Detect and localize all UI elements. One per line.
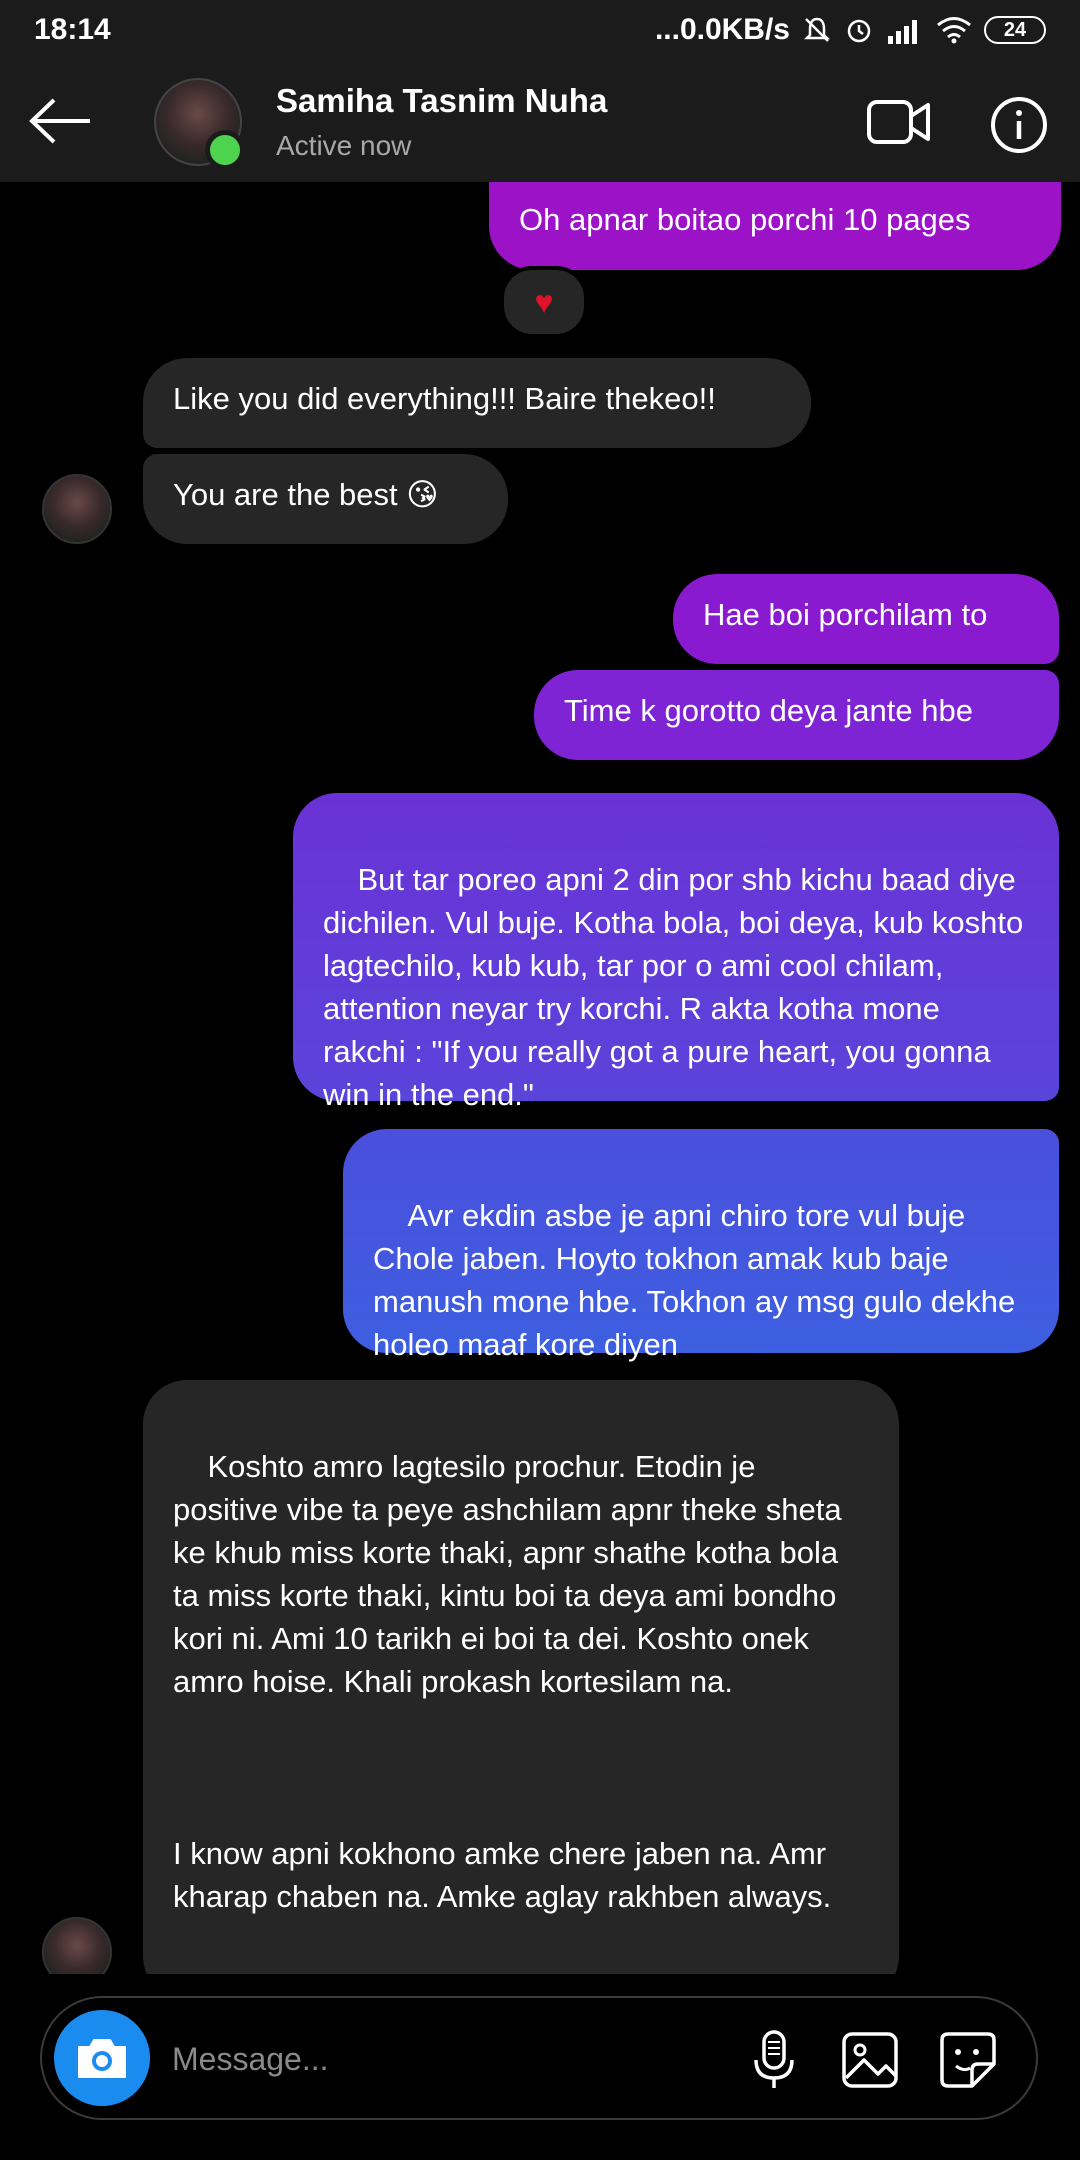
incoming-message[interactable]: Like you did everything!!! Baire thekeo!… bbox=[143, 358, 811, 448]
sender-avatar[interactable] bbox=[42, 474, 112, 544]
wifi-icon bbox=[937, 17, 971, 44]
message-text: Like you did everything!!! Baire thekeo!… bbox=[173, 381, 716, 416]
sticker-icon[interactable] bbox=[936, 2028, 1000, 2092]
incoming-message[interactable]: You are the best 😘 bbox=[143, 454, 508, 544]
outgoing-message[interactable]: But tar poreo apni 2 din por shb kichu b… bbox=[293, 793, 1059, 1112]
chat-header: Samiha Tasnim Nuha Active now bbox=[0, 60, 1080, 182]
message-text: Koshto amro lagtesilo prochur. Etodin je… bbox=[173, 1449, 842, 1914]
message-text: Hae boi porchilam to bbox=[703, 597, 988, 632]
outgoing-message[interactable]: Time k gorotto deya jante hbe bbox=[534, 670, 1059, 760]
message-input[interactable] bbox=[170, 2028, 694, 2090]
contact-status: Active now bbox=[276, 130, 412, 161]
mute-icon bbox=[803, 17, 831, 42]
gallery-icon[interactable] bbox=[838, 2028, 902, 2092]
message-text: Avr ekdin asbe je apni chiro tore vul bu… bbox=[373, 1198, 1024, 1362]
camera-icon bbox=[78, 2039, 126, 2078]
network-speed: ...0.0KB/s bbox=[654, 13, 790, 46]
battery-icon: 24 bbox=[984, 16, 1046, 44]
online-indicator bbox=[205, 130, 245, 170]
battery-level: 24 bbox=[1003, 18, 1027, 41]
message-thread[interactable]: Oh apnar boitao porchi 10 pages ♥ Like y… bbox=[0, 182, 1080, 1974]
contact-name[interactable]: Samiha Tasnim Nuha bbox=[276, 82, 607, 120]
camera-button[interactable] bbox=[54, 2010, 150, 2106]
sender-avatar[interactable] bbox=[42, 1917, 112, 1974]
message-text: But tar poreo apni 2 din por shb kichu b… bbox=[323, 862, 1032, 1112]
alarm-icon bbox=[847, 19, 871, 43]
reaction-emoji: ♥ bbox=[534, 283, 554, 320]
info-icon[interactable] bbox=[990, 96, 1048, 154]
status-time: 18:14 bbox=[34, 13, 111, 46]
message-text: You are the best 😘 bbox=[173, 477, 439, 512]
message-text: Oh apnar boitao porchi 10 pages bbox=[519, 202, 971, 237]
microphone-icon[interactable] bbox=[742, 2028, 806, 2092]
video-call-icon[interactable] bbox=[866, 96, 932, 148]
back-arrow-icon[interactable] bbox=[28, 96, 94, 146]
outgoing-message[interactable]: Oh apnar boitao porchi 10 pages bbox=[489, 182, 1061, 270]
outgoing-message[interactable]: Hae boi porchilam to bbox=[673, 574, 1059, 664]
message-composer bbox=[40, 1996, 1038, 2120]
signal-icon bbox=[888, 20, 917, 44]
heart-reaction-icon[interactable]: ♥ bbox=[500, 266, 588, 338]
message-text: Time k gorotto deya jante hbe bbox=[564, 693, 973, 728]
status-icons: ...0.0KB/s 24 bbox=[655, 13, 1046, 47]
outgoing-message[interactable]: Avr ekdin asbe je apni chiro tore vul bu… bbox=[343, 1129, 1059, 1362]
incoming-message[interactable]: Koshto amro lagtesilo prochur. Etodin je… bbox=[143, 1380, 899, 1974]
status-bar: 18:14 ...0.0KB/s 24 bbox=[0, 0, 1080, 60]
